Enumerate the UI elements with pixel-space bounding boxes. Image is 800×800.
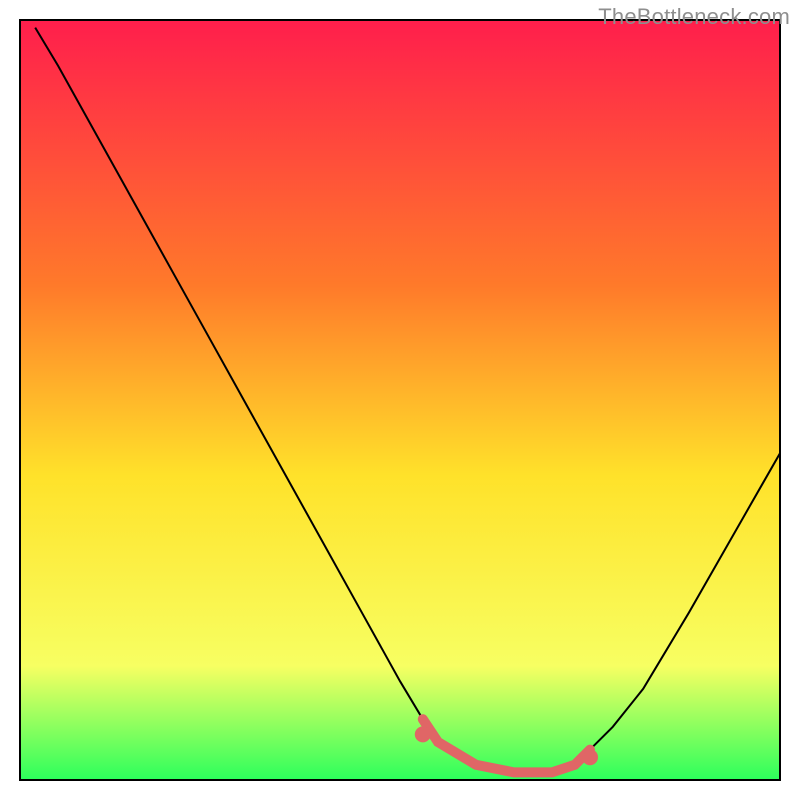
bottleneck-chart: TheBottleneck.com [0, 0, 800, 800]
watermark-text: TheBottleneck.com [598, 4, 790, 30]
optimal-range-end-dot [582, 749, 598, 765]
optimal-range-start-dot [415, 726, 431, 742]
chart-svg [0, 0, 800, 800]
plot-background-gradient [20, 20, 780, 780]
